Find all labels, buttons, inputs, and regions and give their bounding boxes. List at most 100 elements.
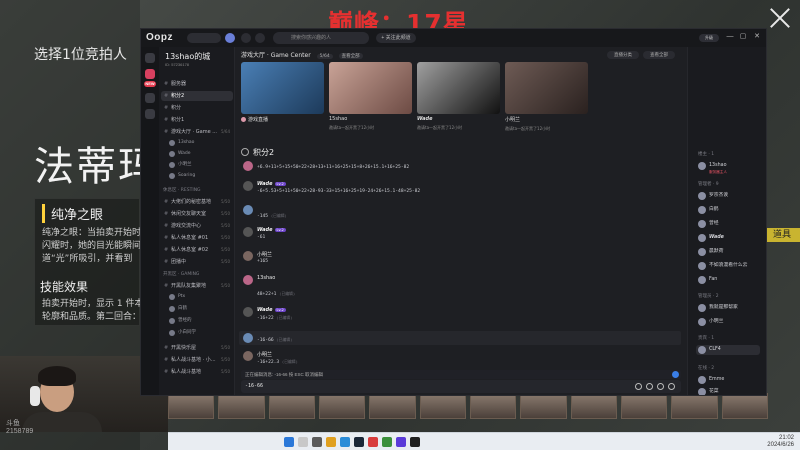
channel-item[interactable]: 开黑快乐屋 5/50 [161,343,233,353]
app-icon[interactable] [396,437,406,447]
member-item[interactable]: 花菜 [698,387,719,395]
plus-icon[interactable] [657,383,664,390]
game-tool-button[interactable]: 道具 [764,228,800,242]
bidder-portrait[interactable] [369,393,416,419]
message-author[interactable]: Wade Lv.2 [257,181,286,187]
steam-icon[interactable] [354,437,364,447]
user-avatar[interactable] [243,351,253,361]
live-card-4[interactable] [505,62,588,114]
channel-item[interactable]: 团播中 5/50 [161,257,233,267]
message-author[interactable]: Wade Lv.2 [257,227,286,233]
bidder-portrait[interactable] [620,393,668,419]
message-input[interactable]: -16-66 [245,382,625,391]
channel-item[interactable]: 游戏交流中心 5/50 [161,221,233,231]
message-author[interactable]: Wade Lv.2 [257,307,286,313]
member-item[interactable]: 我就是那帮家 [698,303,738,313]
voice-user[interactable]: Ptx [169,293,185,301]
upgrade-button[interactable]: 升级 [699,34,719,42]
message-text[interactable]: -16-66 (已编辑) [257,337,292,343]
live-card-1[interactable] [241,62,324,114]
channel-item[interactable]: 积分 [161,103,233,113]
cancel-edit-icon[interactable] [672,371,679,378]
bidder-portrait[interactable] [469,393,517,419]
start-icon[interactable] [284,437,294,447]
member-item[interactable]: Wade [698,233,724,243]
member-item[interactable]: Emme [698,375,724,385]
channel-item[interactable]: 积分1 [161,115,233,125]
member-item[interactable]: 曾经 [698,219,719,229]
member-item[interactable]: 罗宗杰诶 [698,191,728,201]
channel-item[interactable]: 私人战斗基地 · 小... 5/50 [161,355,233,365]
browser-icon[interactable] [340,437,350,447]
channel-item-active[interactable]: 积分2 [161,91,233,101]
bidder-portrait[interactable] [671,393,718,419]
user-avatar[interactable] [243,251,253,261]
search-icon[interactable] [298,437,308,447]
user-avatar[interactable] [243,275,253,285]
user-avatar[interactable] [243,307,253,317]
member-item[interactable]: 小明兰 [698,317,723,327]
user-avatar[interactable] [243,333,253,343]
member-item[interactable]: 不如浪漫看什么云 [698,261,747,271]
bidder-portrait[interactable] [520,393,567,419]
voice-user[interactable]: 小白同学 [169,329,196,337]
bidder-portrait[interactable] [318,393,366,419]
bidder-portrait[interactable] [168,393,215,419]
channel-item[interactable]: 游戏大厅 · Game ...5/64 [161,127,233,137]
category-resting[interactable]: 休息区 · RESTING [163,187,201,193]
voice-user[interactable]: 曾经的 [169,317,192,325]
game-center-badge[interactable]: 查看全部 [338,53,363,59]
voice-user[interactable]: Soaring [169,172,195,180]
taskview-icon[interactable] [312,437,322,447]
view-all-button[interactable]: 查看全部 [643,51,675,59]
game-close-icon[interactable] [768,6,792,30]
bidder-portrait[interactable] [268,393,315,419]
taskbar-clock[interactable]: 21:02 2024/6/26 [767,435,794,449]
server-icon[interactable] [145,93,155,103]
maximize-icon[interactable]: ▢ [739,33,747,41]
bidder-portrait[interactable] [570,393,617,419]
expand-icon[interactable] [668,383,675,390]
search-input[interactable]: 搜索你感兴趣的人 [273,32,369,44]
channel-item[interactable]: 私人休息室 #01 5/50 [161,233,233,243]
category-button[interactable]: 直播分类 [607,51,639,59]
message-author[interactable]: 13shao [257,275,275,281]
channel-item[interactable]: 私人休息室 #02 5/50 [161,245,233,255]
voice-user[interactable]: 白鹤 [169,305,187,313]
channel-item[interactable]: 私人战斗基地 5/50 [161,367,233,377]
voice-user[interactable]: Wade [169,150,191,158]
emoji-icon[interactable] [635,383,642,390]
user-avatar[interactable] [243,205,253,215]
message-author[interactable]: 小明兰 [257,351,272,358]
message-author[interactable]: 小明兰 [257,251,272,258]
explorer-icon[interactable] [326,437,336,447]
server-icon[interactable] [145,69,155,79]
add-icon[interactable] [241,33,251,43]
close-icon[interactable]: ✕ [753,33,761,41]
voice-user[interactable]: 13shao [169,139,194,147]
voice-user[interactable]: 小明兰 [169,161,192,169]
oopz-icon[interactable] [410,437,420,447]
message-composer[interactable]: -16-66 [241,380,681,393]
member-item[interactable]: Fan [698,275,717,285]
channel-item[interactable]: 休闲交友聊天室 5/50 [161,209,233,219]
channel-item[interactable]: 服务器 [161,79,233,89]
scissors-icon[interactable] [646,383,653,390]
bidder-portrait[interactable] [721,393,768,419]
discover-icon[interactable] [255,33,265,43]
channel-item[interactable]: 大佬们的秘密基地 5/50 [161,197,233,207]
live-card-2[interactable] [329,62,412,114]
audio-controls[interactable] [187,33,221,43]
member-item[interactable]: 晨默荷 [698,247,723,257]
member-item[interactable]: 白鹤 [698,205,719,215]
member-item-selected[interactable]: CLF4 [696,345,760,355]
user-avatar[interactable] [225,33,235,43]
channel-item[interactable]: 开黑队友集聚地 5/50 [161,281,233,291]
home-icon[interactable] [145,53,155,63]
category-gaming[interactable]: 开黑区 · GAMING [163,271,199,277]
server-name[interactable]: 13shao的城 [165,51,210,62]
user-avatar[interactable] [243,181,253,191]
lightning-icon[interactable] [145,109,155,119]
app-icon[interactable] [382,437,392,447]
app-icon[interactable] [368,437,378,447]
